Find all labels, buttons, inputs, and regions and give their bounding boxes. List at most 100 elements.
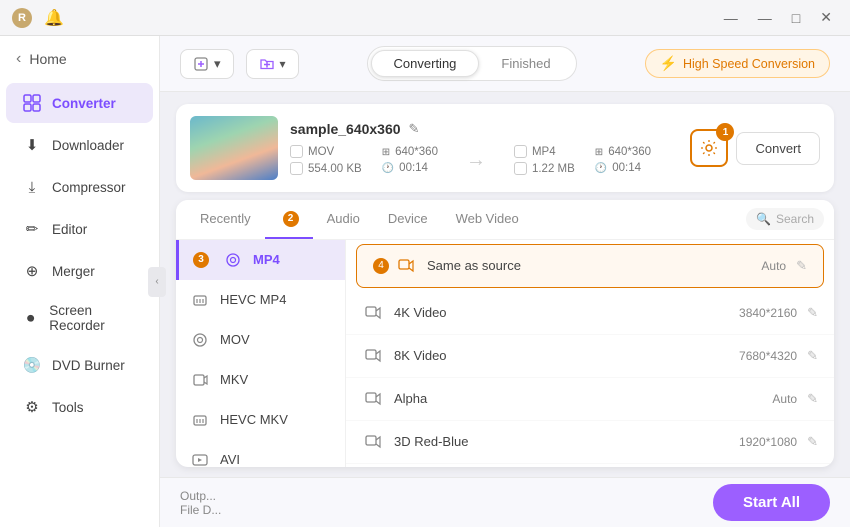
same-source-badge: 4 [373, 258, 389, 274]
format-search[interactable]: 🔍 Search [746, 208, 824, 230]
file-card: sample_640x360 ✎ MOV 554.00 KB [176, 104, 834, 192]
3d-red-blue-edit-icon[interactable]: ✎ [807, 434, 818, 450]
format-item-mp4[interactable]: 3 MP4 [176, 240, 345, 280]
sidebar-item-screen-recorder[interactable]: ⏺ Screen Recorder [6, 293, 153, 343]
format-panel-inner: 3 MP4 [176, 240, 834, 467]
format-item-mov[interactable]: MOV [176, 320, 345, 360]
target-resolution-item: ⊞ 640*360 [595, 146, 651, 158]
format-panel: Recently 2 Audio Device Web Video 🔍 Sear… [176, 200, 834, 467]
toolbar-center: Converting Finished [311, 46, 633, 81]
format-item-hevc-mp4[interactable]: HEVC MP4 [176, 280, 345, 320]
user-avatar[interactable]: R [12, 8, 32, 28]
8k-edit-icon[interactable]: ✎ [807, 348, 818, 364]
target-format-checkbox [514, 145, 527, 158]
high-speed-label: High Speed Conversion [683, 57, 815, 71]
quality-item-3d-left-right[interactable]: 3D Left-Right 1920*1080 ✎ [346, 464, 834, 467]
source-meta: MOV 554.00 KB [290, 145, 362, 175]
minimize-button[interactable]: — [718, 8, 744, 28]
convert-settings-button[interactable]: 1 [690, 129, 728, 167]
source-format-checkbox [290, 145, 303, 158]
dvd-burner-icon: 💿 [22, 355, 42, 375]
alpha-edit-icon[interactable]: ✎ [807, 391, 818, 407]
sidebar-item-downloader[interactable]: ⬇ Downloader [6, 125, 153, 165]
format-item-mkv[interactable]: MKV [176, 360, 345, 400]
source-duration: 00:14 [399, 162, 428, 174]
add-folder-button[interactable]: ▾ [246, 49, 299, 79]
tab-audio[interactable]: Audio [313, 201, 374, 238]
quality-item-same-source[interactable]: 4 Same as source Auto ✎ [356, 244, 824, 288]
bell-icon[interactable]: 🔔 [44, 8, 64, 28]
source-format-item: MOV [290, 145, 362, 158]
convert-button[interactable]: Convert [736, 132, 820, 165]
sidebar: ‹ Home Converter ⬇ Downloader ⤓ Compress… [0, 36, 160, 527]
3d-red-blue-label: 3D Red-Blue [394, 434, 739, 449]
tab-finished[interactable]: Finished [479, 50, 572, 77]
tools-label: Tools [52, 400, 84, 415]
target-size-checkbox [514, 162, 527, 175]
mkv-icon [190, 370, 210, 390]
sidebar-item-dvd-burner[interactable]: 💿 DVD Burner [6, 345, 153, 385]
source-meta-2: ⊞ 640*360 🕐 00:14 [382, 146, 438, 174]
sidebar-item-compressor[interactable]: ⤓ Compressor [6, 167, 153, 207]
format-item-avi[interactable]: AVI [176, 440, 345, 467]
target-meta: MP4 1.22 MB [514, 145, 575, 175]
target-resolution-icon: ⊞ [595, 147, 603, 158]
mov-label: MOV [220, 332, 250, 347]
alpha-label: Alpha [394, 391, 772, 406]
conversion-arrow-icon: → [458, 149, 494, 172]
convert-btn-group: 1 Convert [690, 129, 820, 167]
mov-icon [190, 330, 210, 350]
home-nav[interactable]: ‹ Home [0, 36, 159, 82]
avi-icon [190, 450, 210, 467]
tab-recently[interactable]: Recently [186, 201, 265, 238]
sidebar-item-tools[interactable]: ⚙ Tools [6, 387, 153, 427]
target-resolution: 640*360 [608, 146, 651, 158]
sidebar-item-merger[interactable]: ⊕ Merger [6, 251, 153, 291]
tab-device[interactable]: Device [374, 201, 442, 238]
file-edit-icon[interactable]: ✎ [409, 121, 420, 137]
high-speed-button[interactable]: ⚡ High Speed Conversion [645, 49, 830, 78]
format-list: 3 MP4 [176, 240, 346, 467]
file-dest-label: File D... [180, 503, 221, 517]
file-name: sample_640x360 [290, 121, 401, 137]
target-duration-icon: 🕐 [595, 163, 607, 174]
4k-label: 4K Video [394, 305, 739, 320]
hevc-mkv-icon [190, 410, 210, 430]
home-label: Home [29, 51, 66, 67]
quality-item-8k[interactable]: 8K Video 7680*4320 ✎ [346, 335, 834, 378]
quality-item-alpha[interactable]: Alpha Auto ✎ [346, 378, 834, 421]
same-source-edit-icon[interactable]: ✎ [796, 258, 807, 274]
quality-item-3d-red-blue[interactable]: 3D Red-Blue 1920*1080 ✎ [346, 421, 834, 464]
tab-group: Converting Finished [367, 46, 577, 81]
format-tabs: Recently 2 Audio Device Web Video 🔍 Sear… [176, 200, 834, 240]
tab-video[interactable]: 2 [265, 200, 313, 239]
format-item-hevc-mkv[interactable]: HEVC MKV [176, 400, 345, 440]
maximize-button[interactable]: — [752, 8, 778, 28]
restore-button[interactable]: □ [786, 8, 806, 28]
avi-label: AVI [220, 452, 240, 467]
target-size-item: 1.22 MB [514, 162, 575, 175]
file-info: sample_640x360 ✎ MOV 554.00 KB [290, 121, 678, 175]
add-file-button[interactable]: ▾ [180, 49, 234, 79]
tab-converting[interactable]: Converting [371, 50, 480, 77]
tab-web-video[interactable]: Web Video [442, 201, 533, 238]
bottom-info: Outp... File D... [180, 489, 221, 517]
sidebar-item-editor[interactable]: ✏ Editor [6, 209, 153, 249]
target-format: MP4 [532, 146, 556, 158]
alpha-icon [362, 388, 384, 410]
sidebar-item-converter[interactable]: Converter [6, 83, 153, 123]
source-size: 554.00 KB [308, 163, 362, 175]
sidebar-collapse-button[interactable]: ‹ [148, 267, 166, 297]
add-folder-arrow: ▾ [280, 57, 286, 71]
close-button[interactable]: ✕ [814, 7, 838, 28]
file-meta-row: MOV 554.00 KB ⊞ 640*360 🕐 [290, 145, 678, 175]
search-icon: 🔍 [756, 212, 771, 226]
quality-item-4k[interactable]: 4K Video 3840*2160 ✎ [346, 292, 834, 335]
4k-edit-icon[interactable]: ✎ [807, 305, 818, 321]
hevc-mkv-label: HEVC MKV [220, 412, 288, 427]
start-all-button[interactable]: Start All [713, 484, 830, 521]
titlebar: R 🔔 — — □ ✕ [0, 0, 850, 36]
target-duration: 00:14 [612, 162, 641, 174]
duration-icon: 🕐 [382, 163, 394, 174]
editor-label: Editor [52, 222, 87, 237]
